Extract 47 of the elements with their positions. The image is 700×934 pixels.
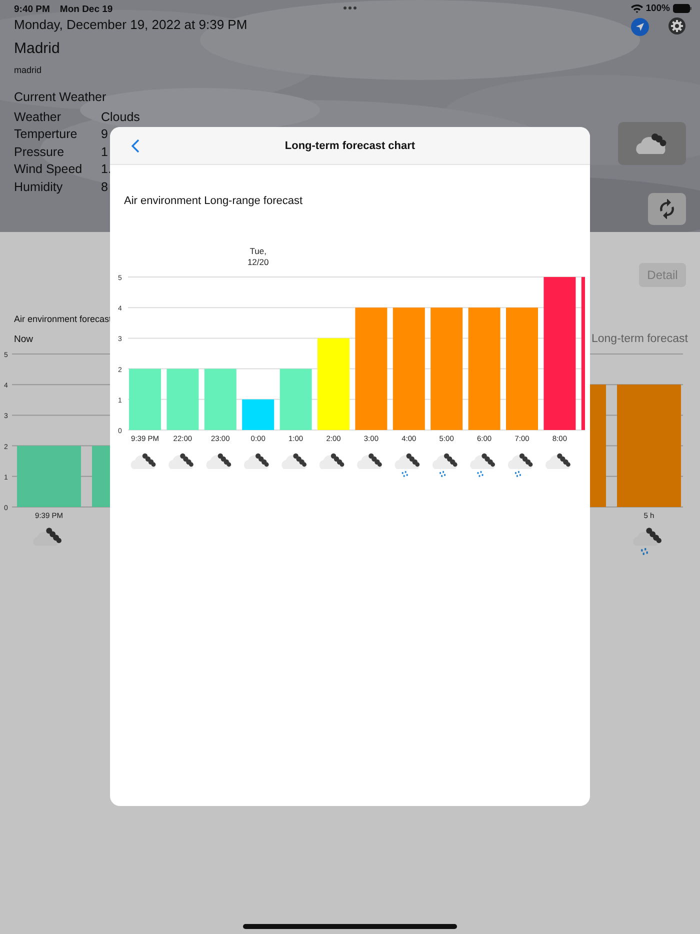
multitask-icon[interactable] [343,6,357,10]
day-label: Tue, 12/20 [247,246,269,267]
battery-icon [673,4,692,13]
refresh-button[interactable] [648,193,686,225]
cloud-icon [244,453,269,469]
weather-value: 8 [101,180,108,194]
rain-cloud-icon [470,453,495,477]
rain-cloud-icon [432,453,458,477]
status-time: 9:40 PM [14,4,50,17]
weather-label: Pressure [14,144,66,159]
battery-percent: 100% [646,3,670,14]
cloud-icon [357,453,382,469]
weather-label: Temperture [14,127,78,142]
refresh-icon [657,199,677,219]
now-label: Now [14,334,34,345]
cloud-icon [168,453,194,469]
weather-tile[interactable] [618,122,686,165]
weather-label: Humidity [14,180,64,194]
chart-heading: Air environment Long-range forecast [123,194,304,209]
rain-cloud-icon [508,453,533,477]
long-term-link[interactable]: Long-term forecast [591,333,688,345]
weather-value: 1. [101,162,112,176]
cloud-icon [319,453,344,469]
settings-icon[interactable] [668,17,686,35]
detail-button[interactable]: Detail [639,263,686,287]
cloud-icon [206,453,232,469]
weather-value: Clouds [101,110,140,124]
cloud-icon [546,453,570,469]
wifi-icon [630,4,643,13]
sheet-title: Long-term forecast chart [284,140,416,152]
city-name: Madrid [14,40,61,57]
cloud-icon [282,453,306,469]
cloud-icon [130,453,156,469]
city-key: madrid [14,65,686,75]
weather-label: Wind Speed [14,162,84,176]
weather-value: 9 [101,127,108,142]
cloud-icon [635,132,669,156]
weather-label: Weather [14,110,62,124]
rain-cloud-icon [633,528,662,555]
back-icon[interactable] [131,139,140,153]
location-icon[interactable] [631,18,649,36]
cloud-icon [33,528,62,546]
status-date: Mon Dec 19 [60,4,113,17]
date-time: Monday, December 19, 2022 at 9:39 PM [14,17,248,32]
rain-cloud-icon [394,453,420,477]
weather-value: 1 [101,144,108,159]
section-title: Current Weather [14,90,108,104]
